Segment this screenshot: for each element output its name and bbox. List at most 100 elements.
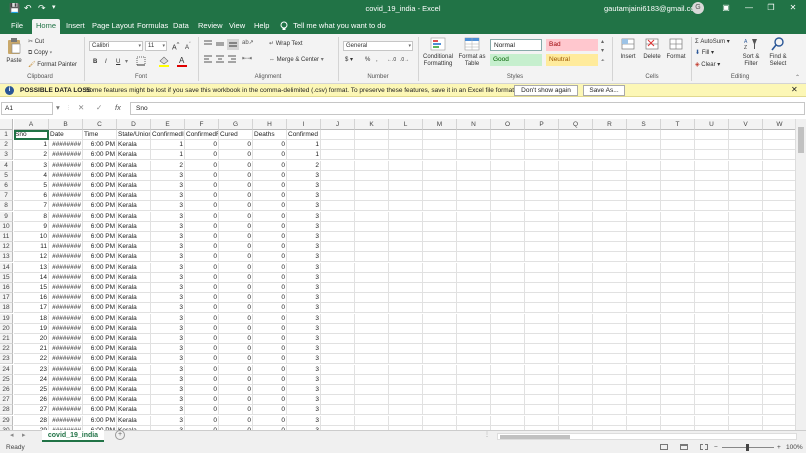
empty-cell[interactable]: [593, 252, 627, 263]
empty-cell[interactable]: [321, 293, 355, 304]
empty-cell[interactable]: [559, 354, 593, 365]
empty-cell[interactable]: [457, 160, 491, 171]
table-cell[interactable]: Kerala: [117, 385, 151, 395]
format-as-table-button[interactable]: Format as Table: [457, 37, 487, 68]
empty-cell[interactable]: [457, 405, 491, 416]
table-cell[interactable]: 0: [185, 160, 219, 171]
table-cell[interactable]: 3: [287, 170, 321, 181]
table-cell[interactable]: ########: [49, 354, 83, 365]
empty-cell[interactable]: [695, 252, 729, 263]
empty-cell[interactable]: [729, 415, 763, 426]
empty-cell[interactable]: [627, 170, 661, 181]
empty-cell[interactable]: [355, 252, 389, 263]
horizontal-scrollbar[interactable]: [497, 433, 797, 440]
row-header[interactable]: 20: [0, 323, 13, 334]
empty-cell[interactable]: [593, 364, 627, 375]
empty-cell[interactable]: [355, 405, 389, 416]
borders-button[interactable]: [136, 56, 146, 69]
empty-cell[interactable]: [627, 181, 661, 191]
empty-cell[interactable]: [389, 334, 423, 344]
empty-cell[interactable]: [729, 272, 763, 283]
table-cell[interactable]: 3: [287, 385, 321, 395]
empty-cell[interactable]: [525, 313, 559, 324]
empty-cell[interactable]: [491, 415, 525, 426]
table-cell[interactable]: 3: [287, 354, 321, 365]
empty-cell[interactable]: [695, 272, 729, 283]
empty-cell[interactable]: [355, 130, 389, 140]
table-cell[interactable]: 0: [219, 262, 253, 273]
empty-cell[interactable]: [457, 415, 491, 426]
header-cell[interactable]: Cured: [219, 130, 253, 140]
table-cell[interactable]: Kerala: [117, 181, 151, 191]
empty-cell[interactable]: [457, 140, 491, 151]
empty-cell[interactable]: [423, 150, 457, 161]
row-header[interactable]: 8: [0, 201, 13, 212]
ribbon-display-icon[interactable]: ▣: [719, 2, 733, 14]
table-cell[interactable]: 5: [14, 181, 49, 191]
table-cell[interactable]: 3: [287, 191, 321, 202]
empty-cell[interactable]: [423, 201, 457, 212]
table-cell[interactable]: 6:00 PM: [83, 272, 117, 283]
table-cell[interactable]: Kerala: [117, 252, 151, 263]
style-bad[interactable]: Bad: [546, 39, 598, 51]
empty-cell[interactable]: [355, 293, 389, 304]
empty-cell[interactable]: [763, 191, 797, 202]
empty-cell[interactable]: [321, 201, 355, 212]
empty-cell[interactable]: [389, 232, 423, 242]
empty-cell[interactable]: [661, 293, 695, 304]
table-cell[interactable]: ########: [49, 385, 83, 395]
empty-cell[interactable]: [491, 242, 525, 253]
table-cell[interactable]: 0: [253, 221, 287, 232]
header-cell[interactable]: ConfirmedIndianNational: [151, 130, 185, 140]
table-cell[interactable]: 15: [14, 283, 49, 293]
delete-cells-button[interactable]: Delete: [640, 37, 664, 61]
table-cell[interactable]: Kerala: [117, 283, 151, 293]
empty-cell[interactable]: [593, 232, 627, 242]
empty-cell[interactable]: [661, 385, 695, 395]
empty-cell[interactable]: [491, 303, 525, 314]
empty-cell[interactable]: [457, 252, 491, 263]
table-cell[interactable]: 3: [151, 405, 185, 416]
align-center-button[interactable]: [215, 55, 225, 66]
empty-cell[interactable]: [559, 181, 593, 191]
empty-cell[interactable]: [763, 181, 797, 191]
column-header-w[interactable]: W: [763, 119, 797, 130]
empty-cell[interactable]: [559, 364, 593, 375]
empty-cell[interactable]: [457, 201, 491, 212]
table-cell[interactable]: 6:00 PM: [83, 140, 117, 151]
empty-cell[interactable]: [763, 283, 797, 293]
empty-cell[interactable]: [627, 354, 661, 365]
row-header[interactable]: 23: [0, 354, 13, 365]
empty-cell[interactable]: [593, 170, 627, 181]
table-cell[interactable]: 3: [151, 232, 185, 242]
table-cell[interactable]: 0: [219, 354, 253, 365]
empty-cell[interactable]: [423, 293, 457, 304]
fill-button[interactable]: ⬇ Fill ▾: [695, 49, 714, 57]
table-cell[interactable]: 17: [14, 303, 49, 314]
empty-cell[interactable]: [389, 221, 423, 232]
close-icon[interactable]: ✕: [791, 85, 798, 94]
empty-cell[interactable]: [695, 283, 729, 293]
table-cell[interactable]: 0: [253, 191, 287, 202]
table-cell[interactable]: 0: [219, 323, 253, 334]
empty-cell[interactable]: [389, 405, 423, 416]
table-cell[interactable]: Kerala: [117, 150, 151, 161]
table-cell[interactable]: ########: [49, 140, 83, 151]
empty-cell[interactable]: [559, 252, 593, 263]
table-cell[interactable]: 6:00 PM: [83, 191, 117, 202]
table-cell[interactable]: 0: [219, 405, 253, 416]
table-cell[interactable]: 3: [287, 415, 321, 426]
empty-cell[interactable]: [763, 303, 797, 314]
empty-cell[interactable]: [729, 170, 763, 181]
empty-cell[interactable]: [423, 283, 457, 293]
column-header-m[interactable]: M: [423, 119, 457, 130]
comma-style-button[interactable]: ,: [376, 56, 378, 64]
row-header[interactable]: 13: [0, 252, 13, 263]
table-cell[interactable]: 3: [151, 283, 185, 293]
table-cell[interactable]: 0: [253, 272, 287, 283]
table-cell[interactable]: Kerala: [117, 374, 151, 385]
merge-center-button[interactable]: ⇔ Merge & Center ▾: [269, 56, 324, 64]
empty-cell[interactable]: [661, 160, 695, 171]
table-cell[interactable]: Kerala: [117, 272, 151, 283]
empty-cell[interactable]: [525, 232, 559, 242]
